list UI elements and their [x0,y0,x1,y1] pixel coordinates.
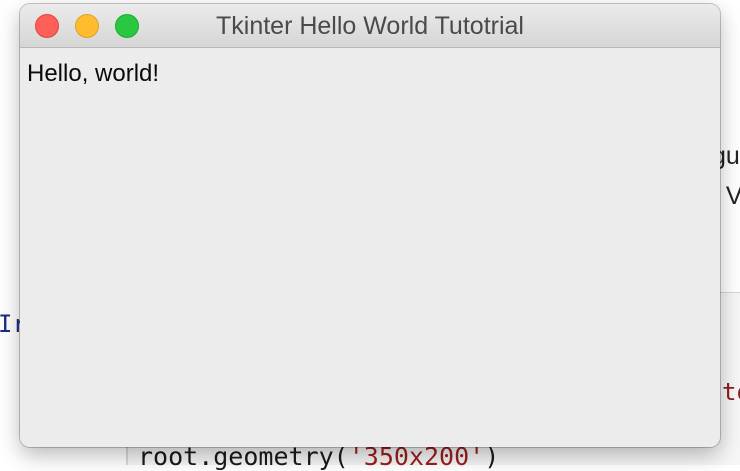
window-title: Tkinter Hello World Tutotrial [216,12,524,40]
window-content: Hello, world! [20,48,720,447]
background-code-fragment: to [722,378,740,406]
background-code-line: root.geometry('350x200') [138,444,499,469]
hello-label: Hello, world! [27,60,160,87]
app-window: Tkinter Hello World Tutotrial Hello, wor… [20,4,720,447]
title-bar[interactable]: Tkinter Hello World Tutotrial [20,4,720,48]
